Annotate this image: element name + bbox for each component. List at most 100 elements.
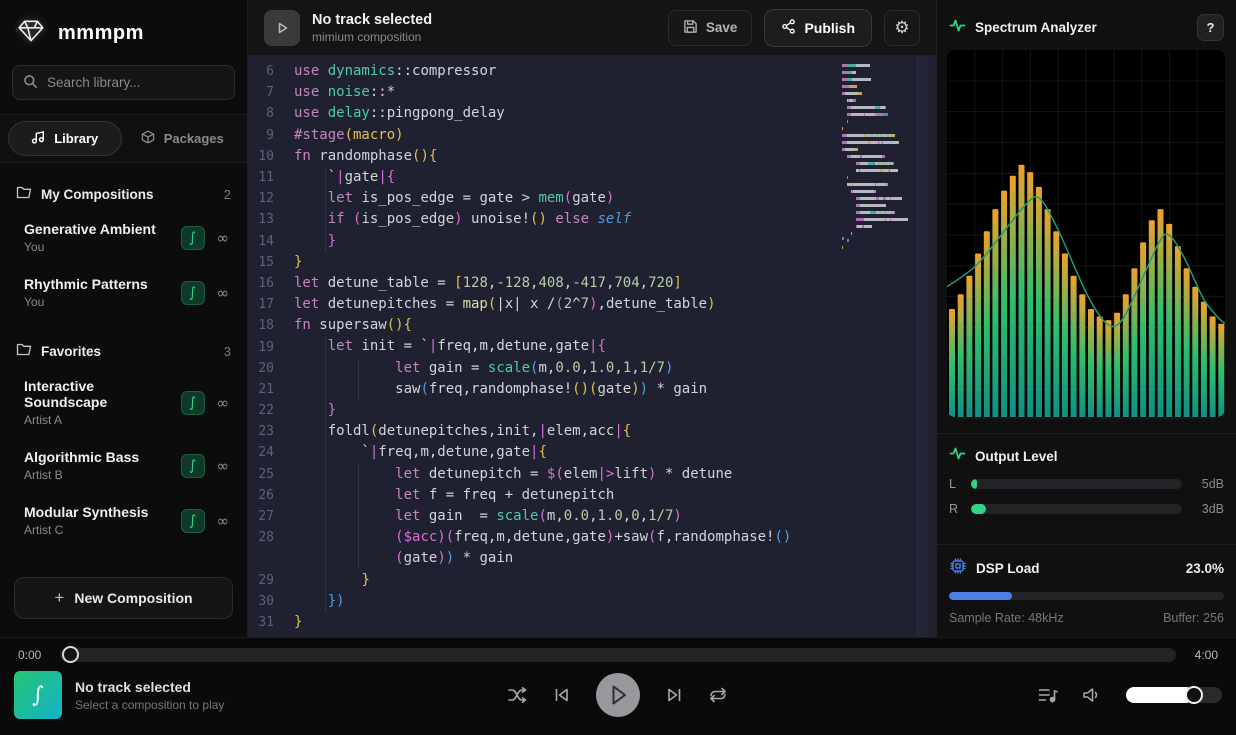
- help-button[interactable]: ?: [1197, 14, 1224, 41]
- code-token: |{: [378, 169, 395, 185]
- code-line[interactable]: 15}: [248, 252, 936, 273]
- spectrum-bar: [1149, 220, 1155, 417]
- seek-slider[interactable]: [60, 648, 1176, 662]
- code-token: ): [631, 381, 639, 397]
- code-line[interactable]: 25 let detunepitch = $(elem|>lift) * det…: [248, 464, 936, 485]
- code-line[interactable]: 27 let gain = scale(m,0.0,1.0,0,1/7): [248, 506, 936, 527]
- code-token: #stage: [294, 127, 345, 143]
- editor-minimap[interactable]: [842, 62, 908, 258]
- minimap-line: [842, 153, 908, 160]
- composition-item[interactable]: Interactive SoundscapeArtist A∫∞: [0, 367, 247, 438]
- player-row: ∫ No track selected Select a composition…: [0, 666, 1236, 719]
- right-panel: Spectrum Analyzer ? Output Level L5dBR3d…: [936, 0, 1236, 637]
- code-token: init = `: [361, 338, 428, 354]
- code-line[interactable]: 13 if (is_pos_edge) unoise!() else self: [248, 209, 936, 230]
- spectrum-title: Spectrum Analyzer: [975, 20, 1097, 35]
- minimap-line: [842, 83, 908, 90]
- level-meter-fill: [971, 504, 986, 514]
- volume-slider[interactable]: [1126, 687, 1222, 703]
- code-line[interactable]: 30 }): [248, 591, 936, 612]
- code-line[interactable]: 24 `|freq,m,detune,gate|{: [248, 442, 936, 463]
- code-line[interactable]: 16let detune_table = [128,-128,408,-417,…: [248, 273, 936, 294]
- code-token: ,: [589, 508, 597, 524]
- center-column: No track selected mimium composition Sav…: [248, 0, 936, 637]
- play-button[interactable]: [596, 673, 640, 717]
- code-line[interactable]: 8use delay::pingpong_delay: [248, 103, 936, 124]
- code-line[interactable]: (gate)) * gain: [248, 548, 936, 569]
- mimium-badge-icon: ∫: [181, 226, 205, 250]
- code-token: 408: [538, 275, 563, 291]
- code-line[interactable]: 7use noise::*: [248, 82, 936, 103]
- code-token: [294, 487, 395, 503]
- composition-item[interactable]: Algorithmic BassArtist B∫∞: [0, 438, 247, 493]
- code-line[interactable]: 21 saw(freq,randomphase!()(gate)) * gain: [248, 379, 936, 400]
- code-line[interactable]: 6use dynamics::compressor: [248, 61, 936, 82]
- tab-packages[interactable]: Packages: [126, 121, 240, 156]
- settings-button[interactable]: ⚙: [884, 10, 920, 46]
- elapsed-time: 0:00: [18, 648, 48, 662]
- code-token: ): [640, 381, 648, 397]
- code-line[interactable]: 20 let gain = scale(m,0.0,1.0,1,1/7): [248, 358, 936, 379]
- spectrum-bar: [1045, 209, 1051, 417]
- code-line[interactable]: 11 `|gate|{: [248, 167, 936, 188]
- package-icon: [141, 130, 155, 147]
- tab-library[interactable]: Library: [8, 121, 122, 156]
- header-track-title: No track selected: [312, 12, 656, 28]
- header-play-button[interactable]: [264, 10, 300, 46]
- code-line[interactable]: 31}: [248, 612, 936, 633]
- code-token: -417: [572, 275, 606, 291]
- code-editor[interactable]: 6use dynamics::compressor7use noise::*8u…: [248, 56, 936, 637]
- publish-button[interactable]: Publish: [764, 9, 872, 47]
- indent-guide: [325, 336, 326, 357]
- code-line[interactable]: 18fn supersaw(){: [248, 315, 936, 336]
- code-line[interactable]: 26 let f = freq + detunepitch: [248, 485, 936, 506]
- composition-item[interactable]: Rhythmic PatternsYou∫∞: [0, 265, 247, 320]
- new-composition-button[interactable]: + New Composition: [14, 577, 233, 619]
- queue-button[interactable]: [1038, 687, 1058, 703]
- indent-guide: [358, 379, 359, 400]
- composition-item[interactable]: Modular SynthesisArtist C∫∞: [0, 493, 247, 548]
- code-line[interactable]: 9#stage(macro): [248, 125, 936, 146]
- composition-item[interactable]: Generative AmbientYou∫∞: [0, 210, 247, 265]
- code-token: unoise!: [463, 211, 530, 227]
- code-line[interactable]: 17let detunepitches = map(|x| x /(2^7),d…: [248, 294, 936, 315]
- code-token: mem: [538, 190, 563, 206]
- code-token: scale: [496, 508, 538, 524]
- next-button[interactable]: [665, 687, 683, 703]
- dsp-load-fill: [949, 592, 1012, 600]
- code-token: (): [775, 529, 792, 545]
- repeat-button[interactable]: [708, 687, 728, 703]
- volume-thumb[interactable]: [1185, 686, 1203, 704]
- code-token: [294, 190, 328, 206]
- composition-meta: Modular SynthesisArtist C: [24, 504, 181, 537]
- code-token: is_pos_edge = gate >: [361, 190, 538, 206]
- indent-guide: [325, 591, 326, 612]
- save-button[interactable]: Save: [668, 10, 753, 46]
- shuffle-button[interactable]: [508, 687, 528, 703]
- code-line[interactable]: 28 ($acc)(freq,m,detune,gate)+saw(f,rand…: [248, 527, 936, 548]
- line-number: 6: [248, 64, 294, 79]
- code-line[interactable]: 32: [248, 633, 936, 637]
- editor-scrollbar[interactable]: [914, 56, 927, 637]
- code-line[interactable]: 10fn randomphase(){: [248, 146, 936, 167]
- code-line[interactable]: 19 let init = `|freq,m,detune,gate|{: [248, 336, 936, 357]
- code-line[interactable]: 14 }: [248, 231, 936, 252]
- code-line[interactable]: 12 let is_pos_edge = gate > mem(gate): [248, 188, 936, 209]
- line-number: 28: [248, 530, 294, 545]
- code-line[interactable]: 29 }: [248, 570, 936, 591]
- code-text: `|gate|{: [294, 167, 395, 188]
- code-token: |: [614, 423, 622, 439]
- infinity-icon: ∞: [217, 394, 230, 412]
- sample-rate-label: Sample Rate: 48kHz: [949, 611, 1064, 625]
- seek-thumb[interactable]: [62, 646, 79, 663]
- code-line[interactable]: 23 foldl(detunepitches,init,|elem,acc|{: [248, 421, 936, 442]
- previous-button[interactable]: [553, 687, 571, 703]
- search-input[interactable]: [12, 65, 235, 100]
- code-token: 2: [564, 296, 572, 312]
- shuffle-icon: [508, 687, 528, 703]
- code-token: use: [294, 84, 328, 100]
- code-token: lift: [614, 466, 648, 482]
- volume-button[interactable]: [1082, 687, 1102, 703]
- minimap-line: [842, 223, 908, 230]
- code-line[interactable]: 22 }: [248, 400, 936, 421]
